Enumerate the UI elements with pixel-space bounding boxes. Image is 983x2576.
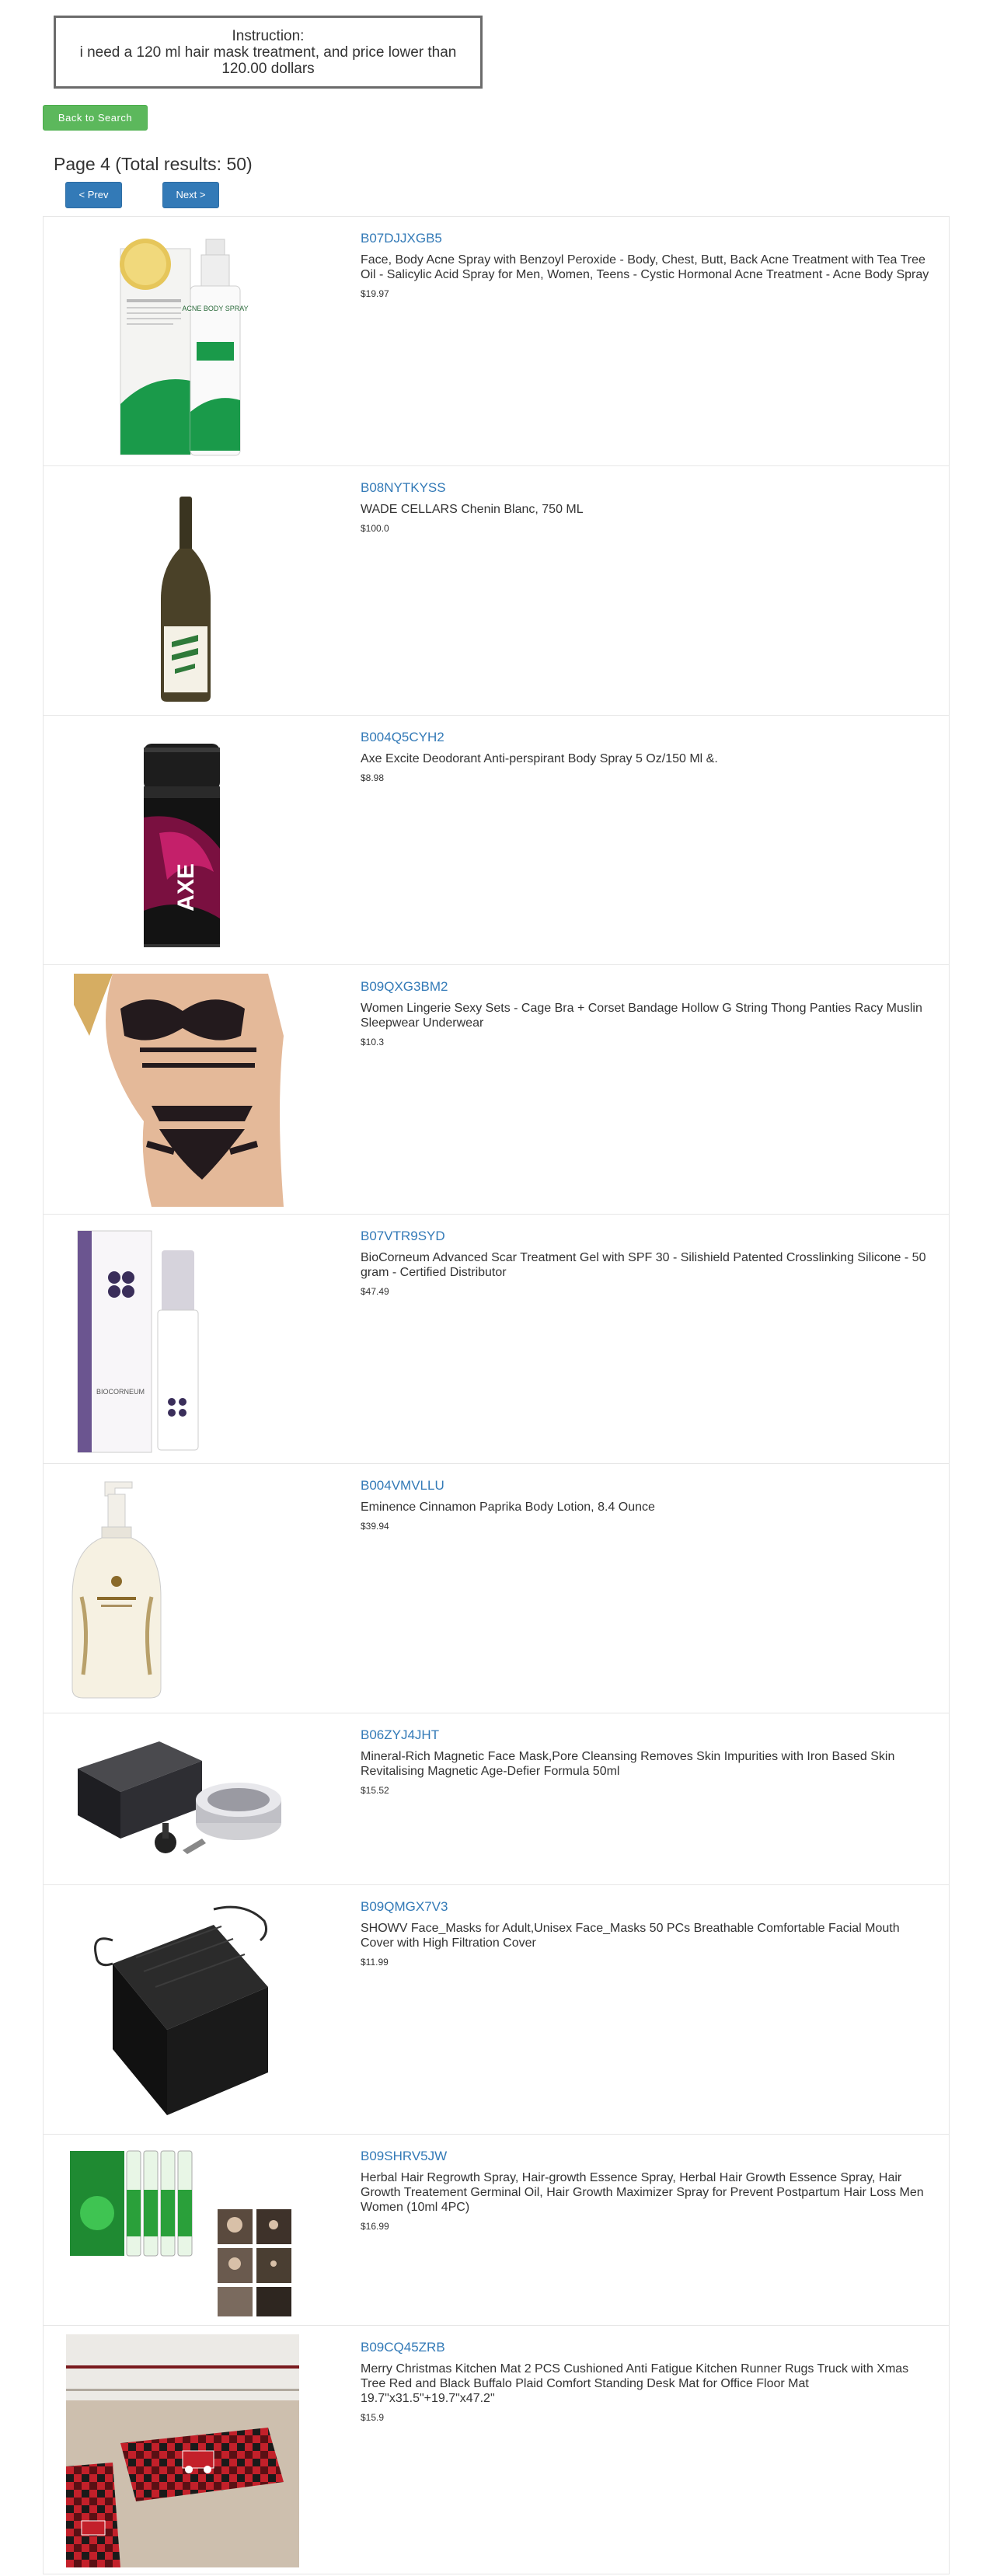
product-thumbnail[interactable] <box>66 475 299 708</box>
black-face-masks-image <box>94 1905 268 2115</box>
wine-bottle-image <box>161 497 211 702</box>
product-title: Women Lingerie Sexy Sets - Cage Bra + Co… <box>361 1002 922 1030</box>
product-price: $39.94 <box>361 1521 389 1532</box>
product-price: $15.52 <box>361 1785 389 1796</box>
image-caption: ACNE BODY SPRAY <box>182 305 248 312</box>
lingerie-image <box>74 974 284 1207</box>
product-title: Eminence Cinnamon Paprika Body Lotion, 8… <box>361 1501 655 1514</box>
product-asin-link[interactable]: B06ZYJ4JHT <box>361 1727 936 1743</box>
product-thumbnail[interactable] <box>66 1722 299 1877</box>
product-thumbnail[interactable] <box>66 974 299 1207</box>
product-price: $11.99 <box>361 1957 389 1968</box>
instruction-label: Instruction: <box>232 28 305 44</box>
product-price: $100.0 <box>361 523 389 534</box>
image-caption: BIOCORNEUM <box>96 1388 145 1396</box>
product-title: BioCorneum Advanced Scar Treatment Gel w… <box>361 1251 926 1279</box>
product-asin-link[interactable]: B09QMGX7V3 <box>361 1899 936 1915</box>
product-price: $16.99 <box>361 2221 389 2232</box>
result-item: AXE B004Q5CYH2 Axe Excite Deodorant Anti… <box>43 715 950 964</box>
product-asin-link[interactable]: B09SHRV5JW <box>361 2149 936 2164</box>
product-asin-link[interactable]: B07VTR9SYD <box>361 1229 936 1244</box>
result-item: B004VMVLLU Eminence Cinnamon Paprika Bod… <box>43 1463 950 1713</box>
magnetic-mask-jar-image <box>78 1741 281 1854</box>
product-thumbnail[interactable]: AXE <box>66 724 299 957</box>
product-asin-link[interactable]: B09CQ45ZRB <box>361 2340 936 2355</box>
product-title: SHOWV Face_Masks for Adult,Unisex Face_M… <box>361 1922 900 1950</box>
product-title: Herbal Hair Regrowth Spray, Hair-growth … <box>361 2171 924 2214</box>
product-price: $8.98 <box>361 772 385 783</box>
product-title: WADE CELLARS Chenin Blanc, 750 ML <box>361 503 584 516</box>
result-item: B06ZYJ4JHT Mineral-Rich Magnetic Face Ma… <box>43 1713 950 1884</box>
product-thumbnail[interactable] <box>66 1473 299 1706</box>
instruction-text: i need a 120 ml hair mask treatment, and… <box>79 44 457 77</box>
product-asin-link[interactable]: B004VMVLLU <box>361 1478 936 1494</box>
result-item: B09QXG3BM2 Women Lingerie Sexy Sets - Ca… <box>43 964 950 1214</box>
result-item: B09SHRV5JW Herbal Hair Regrowth Spray, H… <box>43 2134 950 2325</box>
product-title: Face, Body Acne Spray with Benzoyl Perox… <box>361 253 929 281</box>
result-item: B09CQ45ZRB Merry Christmas Kitchen Mat 2… <box>43 2325 950 2574</box>
product-thumbnail[interactable]: ACNE BODY SPRAY <box>66 225 299 458</box>
product-thumbnail[interactable] <box>66 1894 299 2127</box>
product-title: Axe Excite Deodorant Anti-perspirant Bod… <box>361 752 718 765</box>
product-thumbnail[interactable]: BIOCORNEUM <box>66 1223 299 1456</box>
product-asin-link[interactable]: B07DJJXGB5 <box>361 231 936 246</box>
deodorant-can-image: AXE <box>144 744 220 947</box>
lotion-pump-bottle-image <box>71 1481 162 1699</box>
product-thumbnail[interactable] <box>66 2143 299 2318</box>
product-price: $19.97 <box>361 288 389 299</box>
product-asin-link[interactable]: B004Q5CYH2 <box>361 730 936 745</box>
result-item: ACNE BODY SPRAY B07DJJXGB5 Face, Body Ac… <box>43 216 950 465</box>
product-price: $47.49 <box>361 1286 389 1297</box>
result-item: BIOCORNEUM B07VTR9SYD BioCorneum Advance… <box>43 1214 950 1463</box>
image-caption: AXE <box>173 863 199 912</box>
scar-gel-image: BIOCORNEUM <box>77 1230 199 1453</box>
next-page-button[interactable]: Next > <box>162 182 219 208</box>
instruction-box: Instruction: i need a 120 ml hair mask t… <box>54 16 483 89</box>
page-info: Page 4 (Total results: 50) <box>54 154 253 174</box>
kitchen-mat-image <box>66 2334 299 2567</box>
product-title: Mineral-Rich Magnetic Face Mask,Pore Cle… <box>361 1750 895 1778</box>
result-item: B08NYTKYSS WADE CELLARS Chenin Blanc, 75… <box>43 465 950 715</box>
product-price: $10.3 <box>361 1037 385 1047</box>
results-list: ACNE BODY SPRAY B07DJJXGB5 Face, Body Ac… <box>43 216 950 2574</box>
back-to-search-button[interactable]: Back to Search <box>43 105 148 131</box>
hair-growth-serum-image <box>70 2150 291 2316</box>
product-asin-link[interactable]: B08NYTKYSS <box>361 480 936 496</box>
product-price: $15.9 <box>361 2412 385 2423</box>
result-item: B09QMGX7V3 SHOWV Face_Masks for Adult,Un… <box>43 1884 950 2134</box>
product-title: Merry Christmas Kitchen Mat 2 PCS Cushio… <box>361 2362 909 2405</box>
product-asin-link[interactable]: B09QXG3BM2 <box>361 979 936 995</box>
prev-page-button[interactable]: < Prev <box>65 182 122 208</box>
acne-body-spray-image: ACNE BODY SPRAY <box>120 239 249 456</box>
product-thumbnail[interactable] <box>66 2334 299 2567</box>
